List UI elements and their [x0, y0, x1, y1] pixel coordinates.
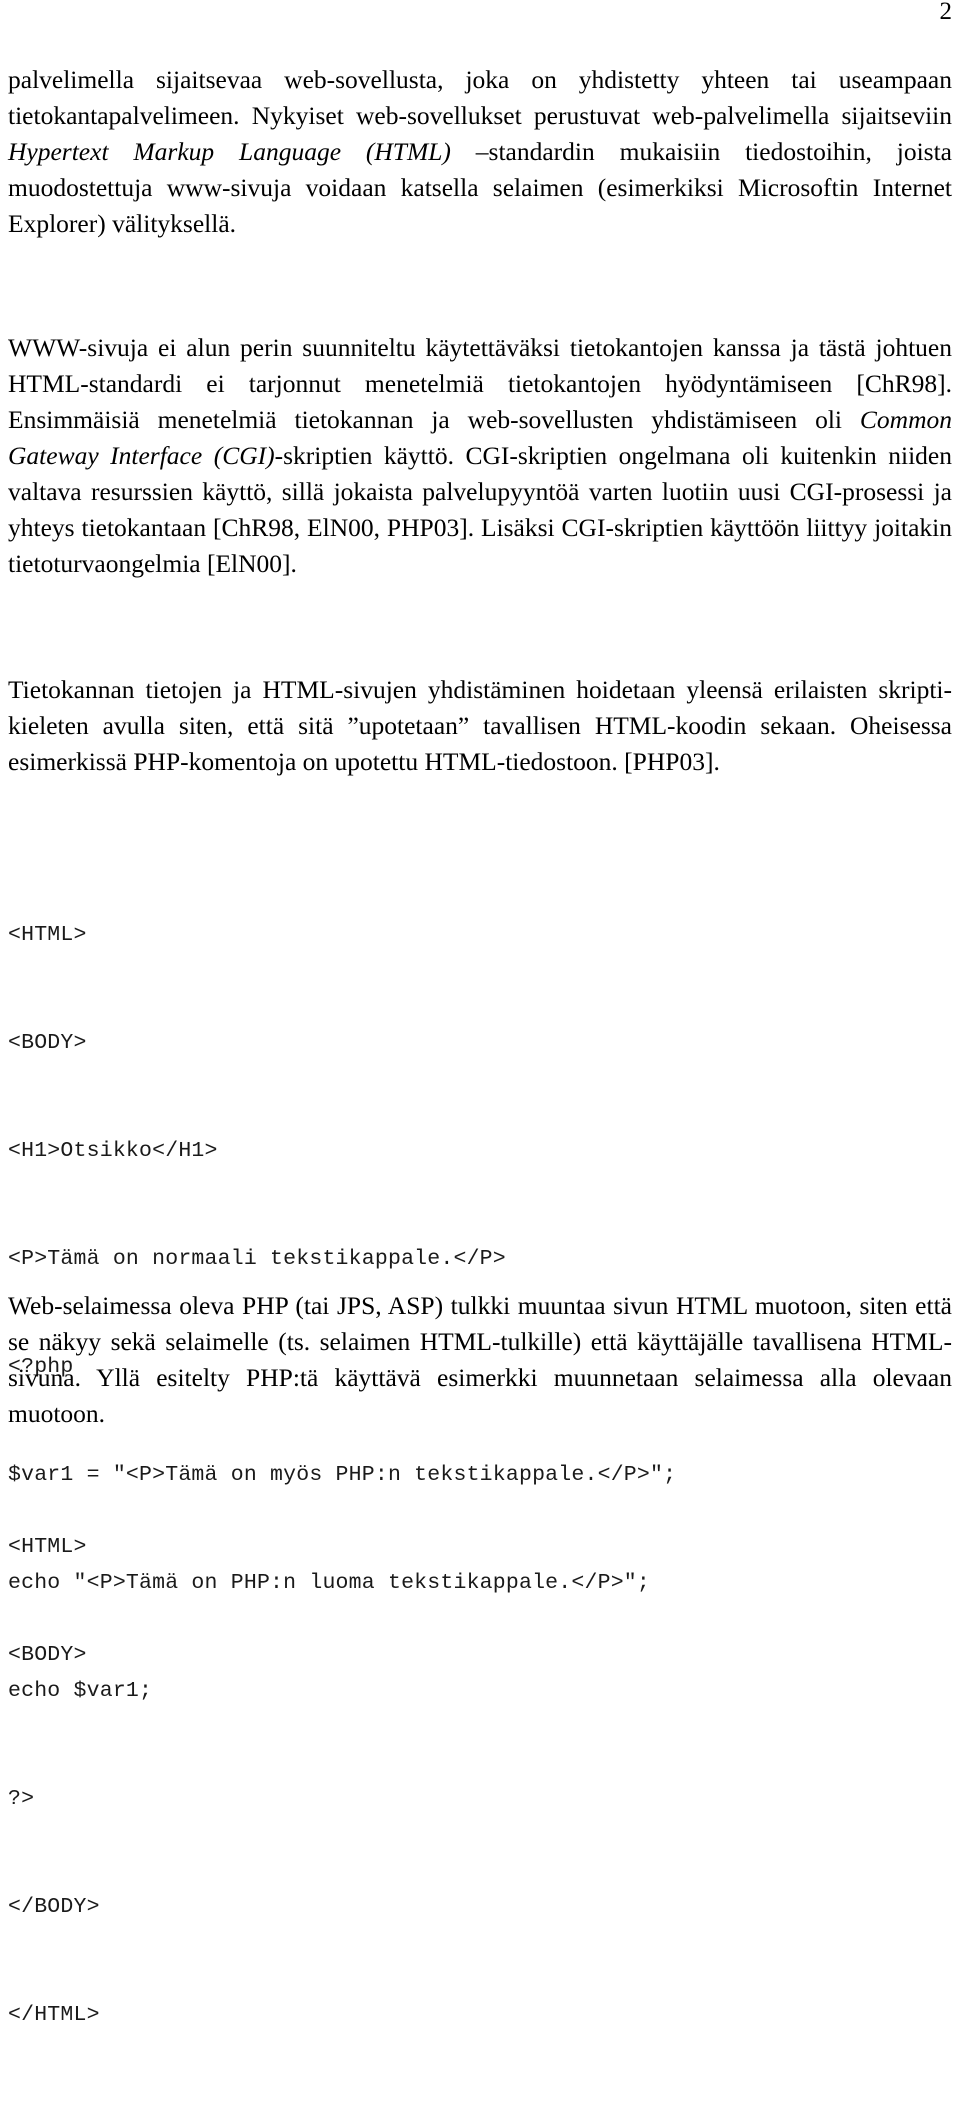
- code-line: <HTML>: [8, 1535, 87, 1559]
- paragraph-2: WWW-sivuja ei alun perin suunniteltu käy…: [8, 330, 952, 582]
- code-line: <HTML>: [8, 923, 87, 947]
- code-line: <BODY>: [8, 1031, 87, 1055]
- paragraph-1: palvelimella sijaitsevaa web-sovellusta,…: [8, 62, 952, 242]
- code-line: </BODY>: [8, 1895, 100, 1919]
- paragraph-2-segment-1: WWW-sivuja ei alun perin suunniteltu käy…: [8, 333, 952, 434]
- code-line: ?>: [8, 1787, 35, 1811]
- code-listing-rendered-output: <HTML> <BODY>: [8, 1457, 952, 1745]
- paragraph-1-emphasis-1: Hypertext Markup Language (HTML): [8, 137, 451, 166]
- code-line: <H1>Otsikko</H1>: [8, 1139, 218, 1163]
- page-number: 2: [939, 0, 953, 25]
- document-page: 2 palvelimella sijaitsevaa web-sovellust…: [0, 0, 960, 2027]
- code-line: </HTML>: [8, 2003, 100, 2027]
- code-line: <P>Tämä on normaali tekstikappale.</P>: [8, 1247, 506, 1271]
- paragraph-3-text: Tietokannan tietojen ja HTML-sivujen yhd…: [8, 675, 952, 776]
- paragraph-1-segment-1: palvelimella sijaitsevaa web-sovellusta,…: [8, 65, 952, 130]
- paragraph-3: Tietokannan tietojen ja HTML-sivujen yhd…: [8, 672, 952, 780]
- paragraph-4-text: Web-selaimessa oleva PHP (tai JPS, ASP) …: [8, 1291, 952, 1428]
- code-line: <BODY>: [8, 1643, 87, 1667]
- paragraph-4: Web-selaimessa oleva PHP (tai JPS, ASP) …: [8, 1288, 952, 1432]
